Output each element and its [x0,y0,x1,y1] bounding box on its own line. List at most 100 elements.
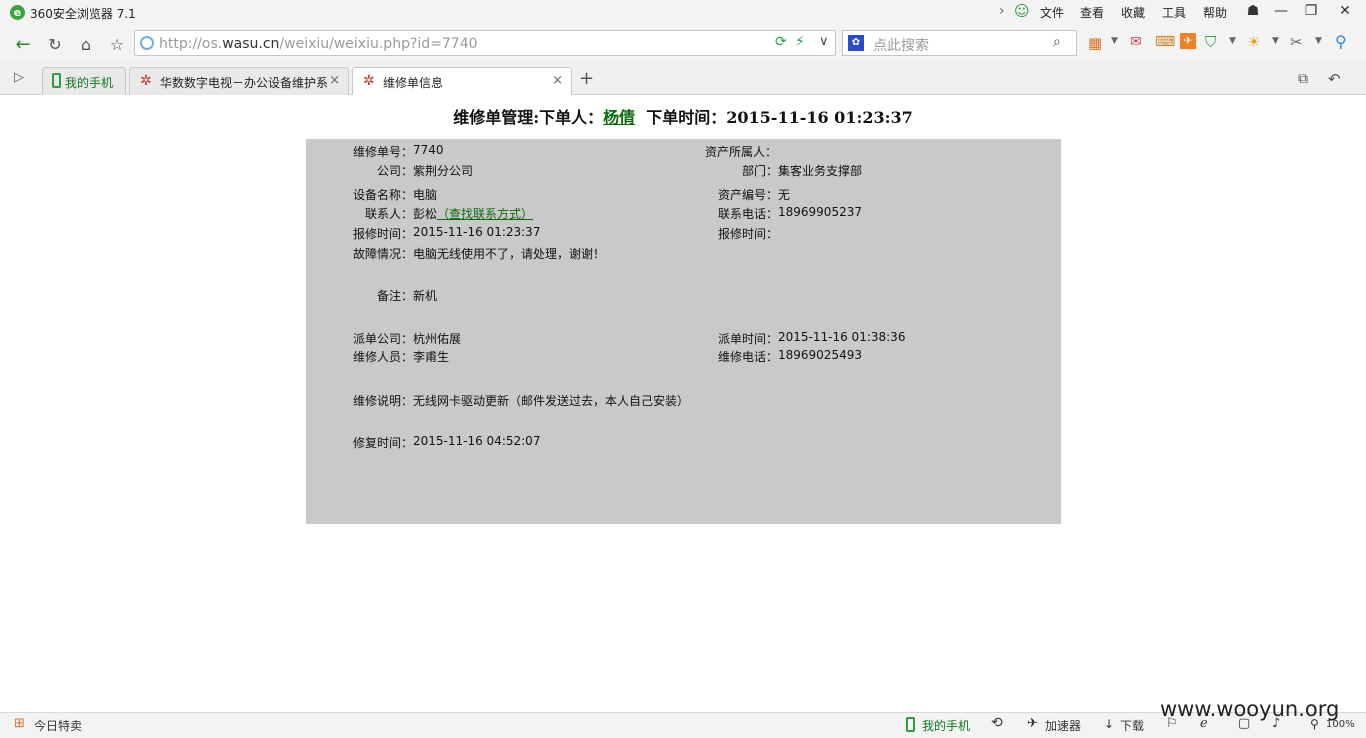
menu-favorites[interactable]: 收藏 [1121,4,1145,21]
order-no-label: 维修单号： [352,145,413,159]
home-button[interactable]: ⌂ [73,31,99,57]
rocket-icon[interactable]: ✈ [1027,716,1038,731]
wasu-logo-icon: ✲ [363,73,375,89]
find-contact-link[interactable]: （查找联系方式） [437,207,533,221]
accelerator-link[interactable]: 加速器 [1045,717,1081,734]
menu-file[interactable]: 文件 [1040,4,1064,21]
tab-label: 我的手机 [65,76,114,90]
magnifier-icon[interactable]: ⚲ [1335,32,1347,51]
chevron-down-icon[interactable]: ▼ [1315,36,1322,46]
close-window-button[interactable]: ✕ [1330,0,1360,22]
tab-label: 维修单信息 [383,76,444,90]
device-value: 电脑 [413,188,438,202]
remark-value: 新机 [413,289,438,303]
skin-icon[interactable]: ☗ [1238,0,1268,22]
speed-mode-icon[interactable]: ⚡ [795,34,805,50]
contact-value: 彭松（查找联系方式） [413,207,534,221]
apps-icon[interactable]: ▦ [1088,34,1102,52]
repair-order-panel: 维修单号： 7740 资产所属人： 公司： 紫荆分公司 部门： 集客业务支撑部 … [306,139,1061,524]
user-icon[interactable]: ☺ [1014,2,1030,20]
translate-icon[interactable]: ⌨ [1155,34,1175,50]
dispatch-time-value: 2015-11-16 01:38:36 [778,330,906,344]
favorite-star-button[interactable]: ☆ [104,31,130,57]
device-label: 设备名称： [352,188,413,202]
tab-my-phone[interactable]: 我的手机 [42,67,126,95]
mail-icon[interactable]: ✉ [1130,34,1142,50]
fault-value: 电脑无线使用不了，请处理，谢谢！ [413,247,606,261]
shield-icon[interactable]: ⛉ [1205,33,1216,51]
report-time2-label: 报修时间： [717,227,778,241]
close-icon[interactable]: × [552,73,563,88]
repairer-label: 维修人员： [352,350,413,364]
phone-value: 18969905237 [778,205,862,219]
daily-deals-link[interactable]: 今日特卖 [34,717,82,734]
report-time-value: 2015-11-16 01:23:37 [413,225,541,239]
chevron-down-icon[interactable]: ▼ [1272,36,1279,46]
wasu-logo-icon: ✲ [140,73,152,89]
phone-icon [52,73,61,88]
my-phone-link[interactable]: 我的手机 [922,717,970,734]
search-input[interactable]: 点此搜索 [873,35,929,55]
fix-time-label: 修复时间： [352,436,413,450]
dispatch-company-label: 派单公司： [352,332,413,346]
tab-repair-info[interactable]: ✲ 维修单信息 × [352,67,572,96]
remark-label: 备注： [376,289,413,303]
contact-label: 联系人： [364,207,413,221]
maximize-button[interactable]: ❐ [1296,0,1326,22]
company-label: 公司： [376,164,413,178]
gift-icon[interactable]: ⊞ [14,716,25,731]
search-engine-icon[interactable]: ✿ [848,35,864,51]
menu-view[interactable]: 查看 [1080,4,1104,21]
download-link[interactable]: 下载 [1120,717,1144,734]
chevron-down-icon[interactable]: ▼ [1229,36,1236,46]
dispatch-company-value: 杭州佑展 [413,332,462,346]
compat-mode-icon[interactable]: ⟳ [775,34,787,50]
asset-no-value: 无 [778,188,791,202]
chevron-right-icon[interactable]: › [999,3,1005,19]
dept-value: 集客业务支撑部 [778,164,863,178]
tab-wasu-system[interactable]: ✲ 华数数字电视－办公设备维护系 × [129,67,349,95]
menu-help[interactable]: 帮助 [1203,4,1227,21]
dispatch-time-label: 派单时间： [717,332,778,346]
undo-close-icon[interactable]: ↶ [1328,70,1341,88]
fault-label: 故障情况： [352,247,413,261]
browser-logo-icon: e [10,5,25,20]
window-title: 360安全浏览器 7.1 [30,7,136,21]
address-text[interactable]: http://os.wasu.cn/weixiu/weixiu.php?id=7… [159,36,478,52]
repair-note-label: 维修说明： [352,394,413,408]
status-bar: ⊞ 今日特卖 我的手机 ⟲ ✈ 加速器 ↓ 下载 ⚐ ℯ ▢ ♪ ⚲ 100% … [0,697,1366,738]
refresh-speed-icon[interactable]: ⟲ [991,715,1003,731]
title-bar: e 360安全浏览器 7.1 › ☺ 文件 查看 收藏 工具 帮助 ☗ — ❐ … [0,0,1366,26]
search-icon[interactable]: ⌕ [1053,34,1061,50]
tab-list-icon[interactable]: ⧉ [1298,71,1308,87]
refresh-button[interactable]: ↻ [42,31,68,57]
page-title: 维修单管理:下单人：杨倩 下单时间：2015-11-16 01:23:37 [453,108,913,127]
travel-icon[interactable]: ✈ [1180,33,1196,49]
order-no-value: 7740 [413,143,444,157]
minimize-button[interactable]: — [1266,0,1296,22]
sidebar-toggle-icon[interactable]: ▷ [14,70,24,85]
new-tab-button[interactable]: + [579,68,594,89]
asset-no-label: 资产编号： [717,188,778,202]
tab-bar: ▷ 我的手机 ✲ 华数数字电视－办公设备维护系 × ✲ 维修单信息 × + ⧉ … [0,62,1366,96]
chevron-down-icon[interactable]: ▼ [1111,36,1118,46]
back-button[interactable]: ← [10,31,36,57]
download-icon[interactable]: ↓ [1104,717,1114,731]
navigation-bar: ← ↻ ⌂ ☆ http://os.wasu.cn/weixiu/weixiu.… [0,26,1366,62]
watermark: www.wooyun.org [1160,697,1340,721]
search-box[interactable]: ✿ 点此搜索 ⌕ [842,30,1077,56]
company-value: 紫荆分公司 [413,164,474,178]
dept-label: 部门： [741,164,778,178]
address-bar[interactable]: http://os.wasu.cn/weixiu/weixiu.php?id=7… [134,30,836,56]
chevron-down-icon[interactable]: ∨ [819,34,829,49]
phone-label: 联系电话： [717,207,778,221]
menu-tools[interactable]: 工具 [1162,4,1186,21]
weather-icon[interactable]: ☀ [1247,33,1260,51]
orderer-name-link[interactable]: 杨倩 [603,108,635,127]
asset-owner-label: 资产所属人： [705,145,778,159]
phone-icon[interactable] [906,717,915,732]
screenshot-icon[interactable]: ✂ [1290,33,1303,51]
close-icon[interactable]: × [329,73,340,88]
repair-phone-label: 维修电话： [717,350,778,364]
tab-label: 华数数字电视－办公设备维护系 [160,76,328,90]
